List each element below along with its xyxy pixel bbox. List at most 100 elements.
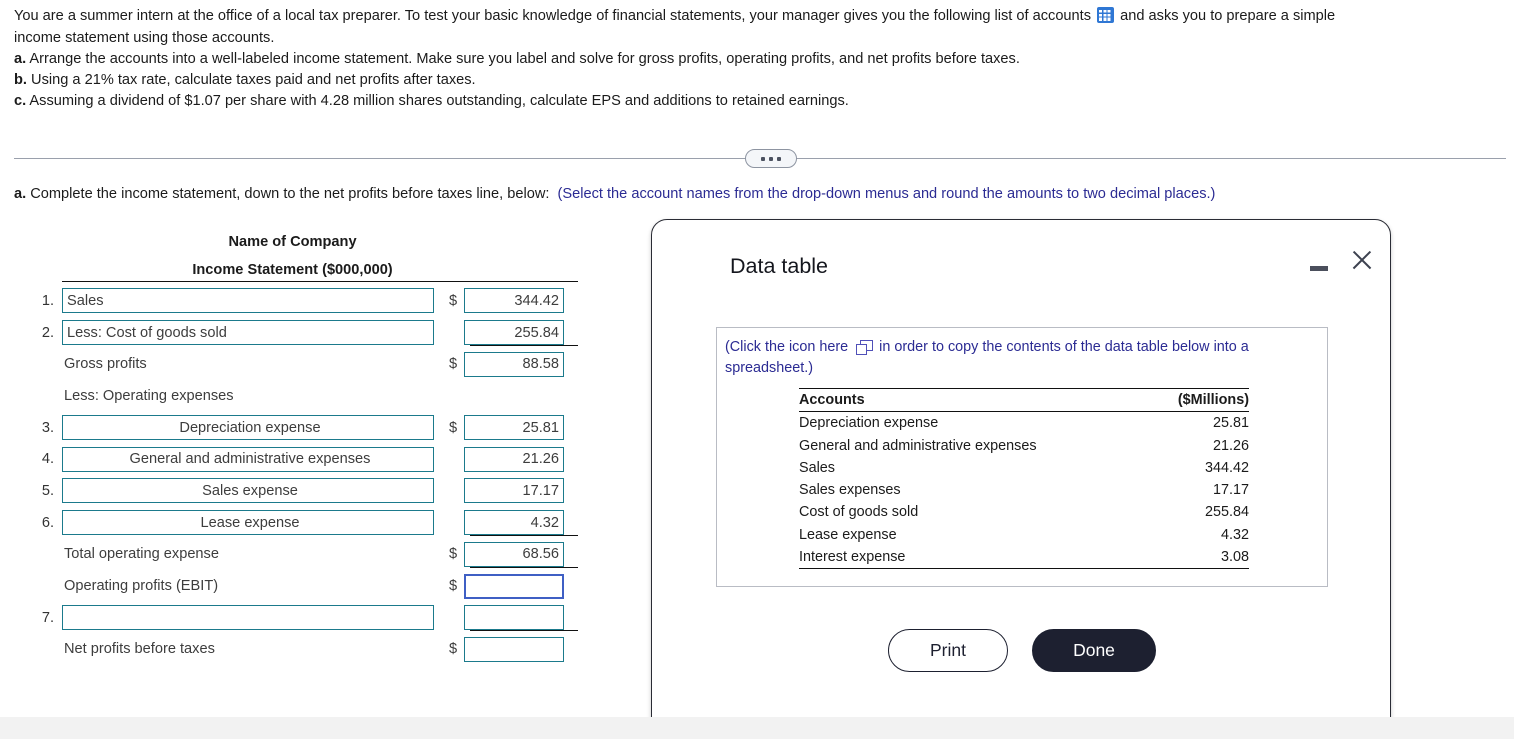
account-dropdown[interactable]: General and administrative expenses (62, 446, 434, 472)
part-a-hint: (Select the account names from the drop-… (557, 186, 1216, 202)
statement-row-number: 6. (41, 514, 54, 531)
cell-value: 3.08 (1145, 546, 1249, 570)
account-dropdown[interactable]: Less: Cost of goods sold (62, 320, 434, 346)
table-row: Lease expense 4.32 (799, 524, 1249, 546)
close-icon[interactable] (1348, 240, 1376, 280)
statement-subtitle: Income Statement ($000,000) (192, 262, 393, 278)
problem-line-1: You are a summer intern at the office of… (14, 6, 1506, 27)
statement-rule-line (470, 630, 578, 632)
statement-company-title: Name of Company (228, 234, 357, 250)
cell-account: General and administrative expenses (799, 437, 1037, 454)
copy-instruction-part-1: (Click the icon here (725, 339, 849, 355)
statement-row: 2.Less: Cost of goods sold$255.84 (0, 317, 620, 349)
income-statement-form: Name of Company Income Statement ($000,0… (0, 234, 620, 665)
table-grid-icon[interactable] (1097, 7, 1115, 23)
dollar-sign: $ (448, 641, 458, 658)
amount-input[interactable]: 68.56 (464, 541, 564, 567)
problem-item-a: a. Arrange the accounts into a well-labe… (14, 49, 1506, 70)
dialog-title: Data table (730, 254, 829, 278)
account-dropdown[interactable]: Sales (62, 288, 434, 314)
data-table-panel: (Click the icon here in order to copy th… (716, 327, 1328, 587)
statement-rule-line (470, 535, 578, 537)
statement-rule-line (470, 344, 578, 346)
amount-input[interactable]: 4.32 (464, 510, 564, 536)
table-row: Interest expense 3.08 (799, 546, 1249, 570)
cell-account: Depreciation expense (799, 415, 939, 432)
amount-input[interactable]: 17.17 (464, 478, 564, 504)
cell-value: 21.26 (1212, 437, 1249, 454)
statement-row-number: 7. (41, 609, 54, 626)
statement-row: 1. Sales $344.42 (0, 285, 620, 317)
part-a-letter: a. (14, 186, 27, 202)
table-row: Sales 344.42 (799, 457, 1249, 479)
statement-row: Net profits before taxes $ (0, 634, 620, 666)
ellipsis-dot (777, 156, 781, 161)
problem-line-1-text-b: and asks you to prepare a simple (1120, 8, 1336, 24)
account-dropdown[interactable] (62, 605, 434, 631)
table-header-row: Accounts ($Millions) (799, 387, 1249, 413)
statement-row: 5.Sales expense$17.17 (0, 475, 620, 507)
ellipsis-dot (769, 156, 773, 161)
print-button[interactable]: Print (888, 629, 1008, 672)
done-button[interactable]: Done (1032, 629, 1156, 672)
statement-rule-line (62, 281, 578, 282)
table-row: General and administrative expenses 21.26 (799, 435, 1249, 457)
account-dropdown[interactable]: Sales expense (62, 478, 434, 504)
problem-item-c-text: Assuming a dividend of $1.07 per share w… (29, 93, 849, 109)
statement-row-label: Less: Operating expenses (64, 387, 234, 404)
statement-row: Operating profits (EBIT) $ (0, 570, 620, 602)
amount-input[interactable]: 255.84 (464, 320, 564, 346)
problem-line-1-text-a: You are a summer intern at the office of… (14, 8, 1092, 24)
problem-item-c: c. Assuming a dividend of $1.07 per shar… (14, 91, 1506, 112)
statement-row: Gross profits $88.58 (0, 348, 620, 380)
amount-input[interactable] (464, 636, 564, 662)
dollar-sign: $ (448, 546, 458, 563)
amount-input[interactable] (464, 573, 564, 599)
statement-row: 4.General and administrative expenses$21… (0, 443, 620, 475)
amount-input[interactable]: 25.81 (464, 415, 564, 441)
table-body: Depreciation expense 25.81 General and adm… (799, 412, 1249, 570)
footer-band (0, 717, 1514, 739)
dollar-sign: $ (448, 419, 458, 436)
minimize-icon[interactable] (1309, 256, 1331, 278)
problem-item-c-letter: c. (14, 93, 27, 109)
table-row: Sales expenses 17.17 (799, 479, 1249, 501)
statement-row-label: Gross profits (64, 356, 147, 373)
statement-row: 3. Depreciation expense $25.81 (0, 412, 620, 444)
cell-account: Lease expense (799, 526, 897, 543)
statement-row-number: 3. (41, 419, 54, 436)
amount-input[interactable]: 88.58 (464, 351, 564, 377)
copy-instruction: (Click the icon here in order to copy th… (725, 337, 1315, 379)
statement-row-number: 5. (41, 482, 54, 499)
cell-account: Sales (799, 459, 835, 476)
amount-input[interactable]: 344.42 (464, 288, 564, 314)
table-row: Depreciation expense 25.81 (799, 412, 1249, 435)
ellipsis-dot (761, 156, 765, 161)
statement-row-label: Total operating expense (64, 546, 219, 563)
problem-line-2: income statement using those accounts. (14, 30, 275, 46)
part-a-text: Complete the income statement, down to t… (30, 186, 550, 202)
dollar-sign: $ (448, 292, 458, 309)
amount-input[interactable] (464, 605, 564, 631)
statement-row: Less: Operating expenses$ (0, 380, 620, 412)
problem-item-b: b. Using a 21% tax rate, calculate taxes… (14, 70, 1506, 91)
account-dropdown[interactable]: Lease expense (62, 510, 434, 536)
cell-account: Sales expenses (799, 482, 901, 499)
account-dropdown[interactable]: Depreciation expense (62, 415, 434, 441)
amount-input[interactable]: 21.26 (464, 446, 564, 472)
cell-account: Cost of goods sold (799, 504, 919, 521)
copy-icon[interactable] (856, 340, 874, 355)
dollar-sign: $ (448, 578, 458, 595)
page-root: You are a summer intern at the office of… (0, 0, 1514, 739)
column-header-accounts: Accounts (799, 387, 1146, 413)
statement-row-label: Operating profits (EBIT) (64, 578, 219, 595)
statement-row: 6.Lease expense$4.32 (0, 507, 620, 539)
statement-rule-line (470, 566, 578, 568)
dollar-sign: $ (448, 356, 458, 373)
section-divider (14, 148, 1506, 170)
cell-value: 25.81 (1212, 415, 1249, 432)
problem-item-a-text: Arrange the accounts into a well-labeled… (29, 51, 1020, 67)
expand-ellipsis-button[interactable] (745, 149, 797, 168)
cell-value: 255.84 (1204, 504, 1249, 521)
part-a-instruction: a. Complete the income statement, down t… (14, 186, 1215, 202)
